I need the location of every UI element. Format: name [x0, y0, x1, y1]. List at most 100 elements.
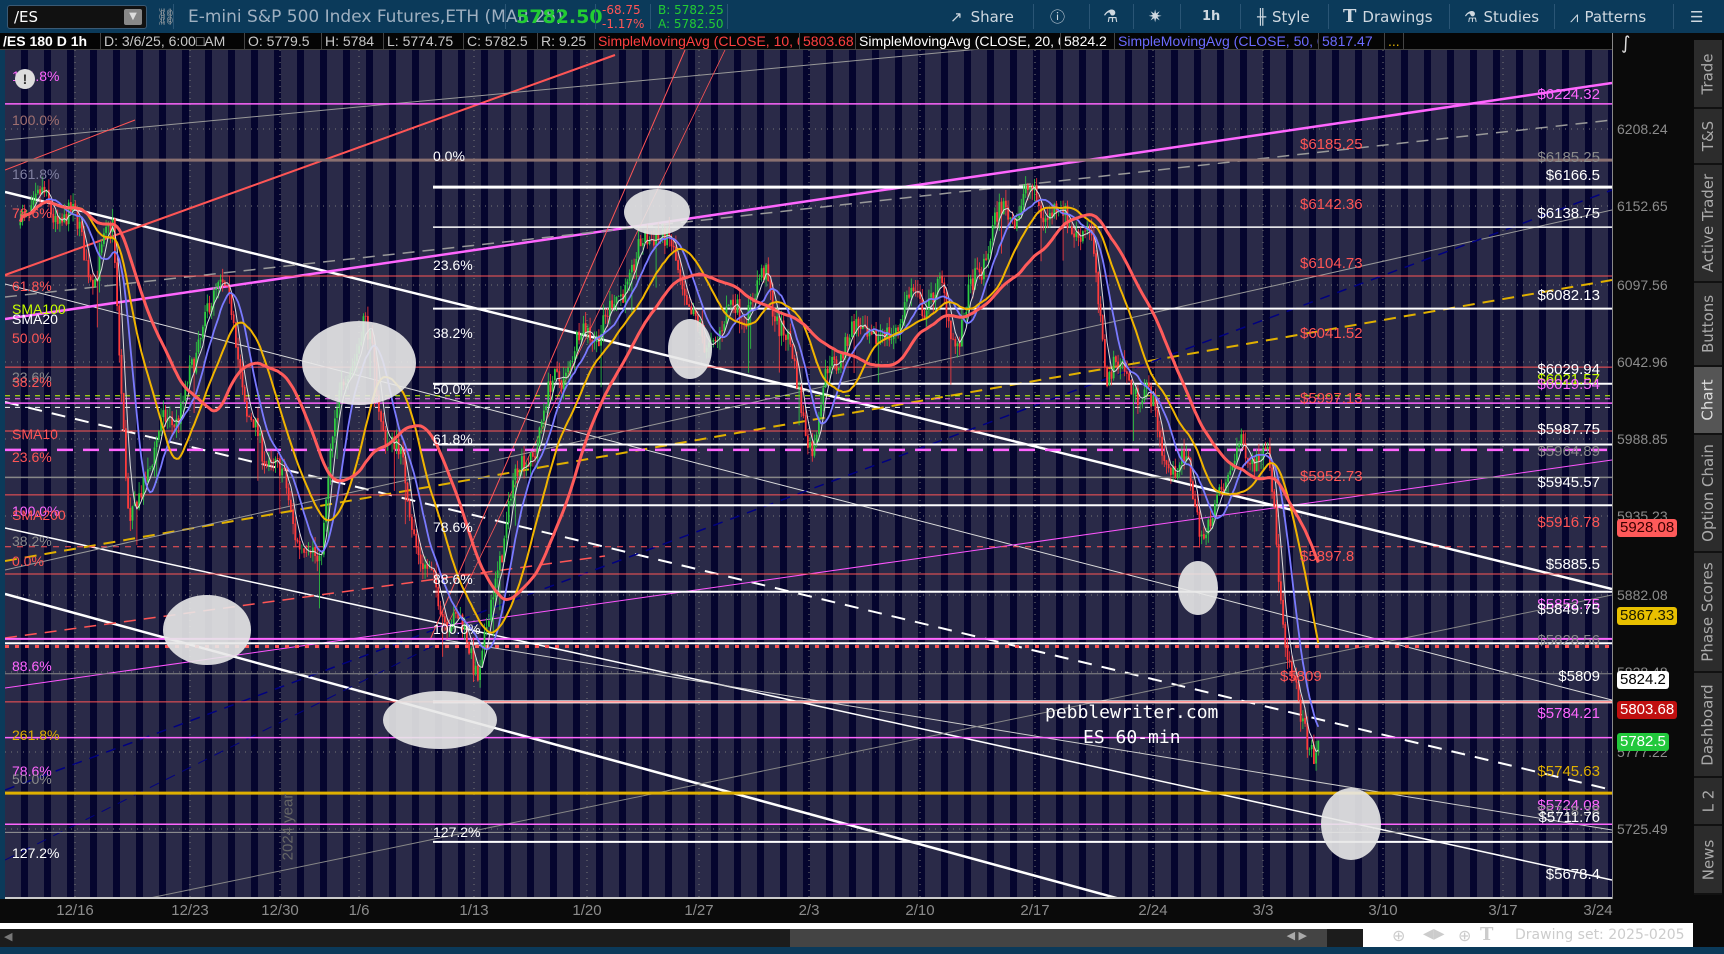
horizontal-scrollbar[interactable]: ◀ ◀ ▶: [0, 929, 1363, 947]
sidebar-tab-phase-scores[interactable]: Phase Scores: [1694, 553, 1722, 673]
share-button[interactable]: ↗ Share: [950, 0, 1014, 33]
studies-button[interactable]: ⚗ Studies: [1464, 0, 1539, 33]
legend-cell: L: 5774.75: [384, 33, 464, 49]
sma-50-line: [18, 200, 1320, 602]
legend-cell: /ES 180 D 1h: [0, 33, 101, 49]
fib-ratio-label: 100.0%: [433, 621, 481, 637]
level-price-label: $5678.4: [1545, 866, 1600, 883]
sidebar-tab-trade[interactable]: Trade: [1694, 40, 1722, 109]
net-change: -68.75 -1.17%: [602, 0, 644, 33]
level-price-label: $5809: [1558, 668, 1600, 685]
date-label: 3/10: [1368, 902, 1398, 919]
level-price-label: $6082.13: [1537, 287, 1600, 304]
time-axis[interactable]: 12/16 12/23 12/30 1/6 1/13 1/20 1/27 2/3 2/10 2/1…: [0, 899, 1693, 923]
sidebar-tab-l-2[interactable]: L 2: [1694, 778, 1722, 826]
style-button[interactable]: ╫ Style: [1257, 0, 1310, 33]
crosshair-icon[interactable]: ⊕: [1458, 926, 1471, 945]
sidebar-tab-label: Option Chain: [1699, 444, 1717, 542]
price-chart[interactable]: $6224.32 $6185.25 $6166.5 $6138.75 $6082.13 $…: [5, 50, 1612, 899]
fib-price-label: $6041.52: [1300, 325, 1363, 342]
scroll-left-icon[interactable]: ◀: [4, 930, 12, 943]
fib-price-label: $6142.36: [1300, 196, 1363, 213]
level-price-label: $5945.57: [1537, 474, 1600, 491]
level-price-label: $6019.54: [1537, 376, 1600, 393]
trendline: [444, 639, 1612, 831]
alert-icon[interactable]: !: [15, 69, 35, 89]
patterns-button[interactable]: ⩘ Patterns: [1570, 0, 1646, 33]
sidebar-tab-label: Trade: [1699, 52, 1718, 95]
price-tick: 6042.96: [1617, 354, 1668, 370]
sidebar-tab-label: T&S: [1699, 120, 1718, 152]
fib-level-label: 0.0%: [12, 553, 44, 569]
price-tick: 5725.49: [1617, 821, 1668, 837]
share-icon: ↗: [950, 7, 963, 26]
fib-level-label: 50.0%: [12, 771, 52, 787]
gear-icon[interactable]: ✷: [1148, 0, 1162, 33]
date-label: 3/24: [1583, 902, 1613, 919]
text-icon[interactable]: T: [1480, 924, 1493, 945]
fib-level-label: 38.2%: [12, 374, 52, 390]
price-axis[interactable]: ∫ 6208.24 6152.65 6097.56 6042.96 5988.85 593…: [1612, 33, 1693, 923]
zoom-in-icon[interactable]: ⊕: [1392, 926, 1405, 945]
fib-price-label: $5809: [1280, 668, 1322, 685]
fib-level-label: 161.8%: [12, 166, 60, 182]
menu-icon[interactable]: ☰: [1690, 0, 1703, 33]
scrollbar-thumb[interactable]: ◀ ▶: [790, 929, 1327, 947]
level-price-label: $5849.75: [1537, 601, 1600, 618]
scroll-arrows-icon[interactable]: ◀ ▶: [1287, 929, 1307, 942]
sidebar-tab-active-trader[interactable]: Active Trader: [1694, 165, 1722, 283]
studies-label: Studies: [1483, 7, 1540, 26]
drawings-button[interactable]: T Drawings: [1343, 0, 1433, 33]
change-value: -68.75: [602, 2, 641, 17]
level-price-label: $6185.25: [1537, 149, 1600, 166]
sidebar-tab-t-s[interactable]: T&S: [1694, 109, 1722, 165]
fib-level-label: 61.8%: [12, 278, 52, 294]
sidebar-tab-dashboard[interactable]: Dashboard: [1694, 673, 1722, 778]
fib-price-label: $6185.25: [1300, 136, 1363, 153]
sidebar-tab-option-chain[interactable]: Option Chain: [1694, 435, 1722, 553]
fib-level-label: 127.2%: [12, 845, 60, 861]
level-price-label: $5916.78: [1537, 514, 1600, 531]
share-label: Share: [970, 7, 1014, 26]
interval-button[interactable]: 1h: [1202, 0, 1220, 33]
sidebar-tab-label: Phase Scores: [1699, 562, 1718, 662]
price-marker: 5867.33: [1617, 607, 1678, 625]
trendline: [429, 50, 686, 641]
fib-price-label: $6104.73: [1300, 255, 1363, 272]
symbol-selector[interactable]: /ES ▼: [7, 5, 147, 29]
fib-level-label: 78.6%: [12, 205, 52, 221]
change-percent: -1.17%: [602, 16, 645, 31]
sidebar-tab-news[interactable]: News: [1694, 826, 1722, 895]
level-price-label: $6166.5: [1545, 167, 1600, 184]
fib-ratio-label: 0.0%: [433, 148, 465, 164]
sidebar-tab-buttons[interactable]: Buttons: [1694, 283, 1722, 367]
legend-cell: 5824.2: [1061, 33, 1115, 49]
trendline: [5, 401, 1612, 791]
highlight-ellipse: [383, 691, 497, 749]
level-price-label: $5987.75: [1537, 421, 1600, 438]
fib-level-label: SMA20: [12, 311, 58, 327]
date-label: 1/27: [684, 902, 714, 919]
watermark-title: ES 60-min: [1083, 727, 1181, 748]
legend-cell: SimpleMovingAvg (CLOSE, 20, 0, no): [856, 33, 1061, 49]
fib-level-label: 100.0%: [12, 112, 60, 128]
fib-price-label: $5997.13: [1300, 390, 1363, 407]
flask-icon[interactable]: ⚗: [1103, 0, 1118, 33]
highlight-ellipse: [302, 321, 416, 405]
info-icon[interactable]: ⓘ: [1050, 0, 1065, 33]
legend-cell: ...: [1385, 33, 1404, 49]
price-marker: 5824.2: [1617, 671, 1669, 689]
trendline: [5, 50, 975, 141]
highlight-ellipse: [1321, 788, 1381, 860]
instrument-title: E-mini S&P 500 Index Futures,ETH (MAR 25…: [188, 6, 563, 27]
study-legend: /ES 180 D 1h D: 3/6/25, 6:00□AM O: 5779.5 H…: [0, 33, 1612, 50]
style-label: Style: [1272, 7, 1310, 26]
fib-ratio-label: 61.8%: [433, 431, 473, 447]
pan-icon[interactable]: ◀▶: [1423, 926, 1445, 942]
sidebar-tab-chart[interactable]: Chart: [1694, 367, 1722, 435]
chart-canvas: [5, 50, 1612, 897]
chevron-down-icon[interactable]: ▼: [124, 9, 142, 25]
drawing-set-label[interactable]: Drawing set: 2025-0205: [1515, 927, 1685, 943]
curve-icon[interactable]: ∫: [1621, 33, 1630, 54]
date-label: 2/3: [798, 902, 820, 919]
